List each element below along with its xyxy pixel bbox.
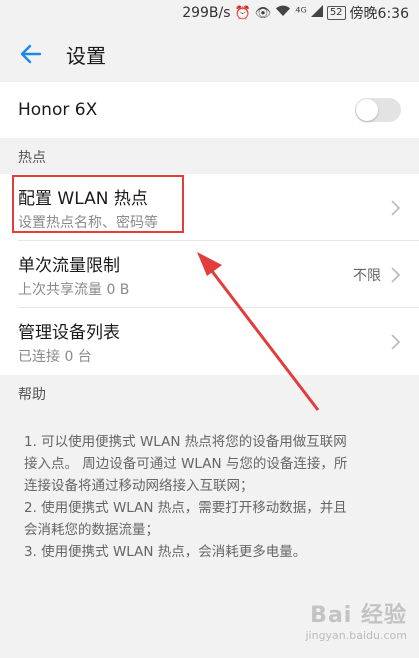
single-traffic-limit-item[interactable]: 单次流量限制 上次共享流量 0 B 不限 <box>0 241 419 308</box>
section-header-help: 帮助 <box>0 375 419 411</box>
help-line: 2. 使用便携式 WLAN 热点，需要打开移动数据，并且 <box>24 500 347 516</box>
manage-device-list-item[interactable]: 管理设备列表 已连接 0 台 <box>0 308 419 375</box>
item-title: 管理设备列表 <box>18 322 120 343</box>
item-text: 管理设备列表 已连接 0 台 <box>18 318 120 366</box>
network-speed: 299B/s <box>182 5 231 21</box>
item-right: 不限 <box>353 265 401 285</box>
device-name: Honor 6X <box>18 100 98 120</box>
item-right <box>389 199 401 217</box>
status-bar: 299B/s ⏰ 👁 ⁴ᴳ 52 傍晚6:36 <box>0 0 419 26</box>
cellular-signal-icon <box>310 5 323 21</box>
page-title: 设置 <box>66 43 106 68</box>
back-arrow-icon[interactable] <box>18 41 44 67</box>
item-title: 单次流量限制 <box>18 255 120 276</box>
item-text: 单次流量限制 上次共享流量 0 B <box>18 251 129 299</box>
signal-icon: ⁴ᴳ <box>295 5 307 21</box>
help-text: 1. 可以使用便携式 WLAN 热点将您的设备用做互联网 接入点。 周边设备可通… <box>0 411 419 583</box>
help-line: 连接设备将通过移动网络接入互联网； <box>24 478 254 494</box>
item-subtitle: 已连接 0 台 <box>18 348 92 365</box>
alarm-icon: ⏰ <box>234 5 251 21</box>
chevron-right-icon <box>391 266 401 283</box>
annotation-highlight-box <box>12 175 184 233</box>
chevron-right-icon <box>391 333 401 350</box>
toggle-knob <box>356 99 378 121</box>
wifi-icon <box>275 5 291 21</box>
baidu-jingyan-logo: Bai 经验 <box>310 603 407 628</box>
section-header-hotspot: 热点 <box>0 138 419 174</box>
watermark: Bai 经验 jingyan.baidu.com <box>305 597 407 642</box>
help-line: 1. 可以使用便携式 WLAN 热点将您的设备用做互联网 <box>24 434 347 450</box>
item-subtitle: 上次共享流量 0 B <box>18 281 130 298</box>
help-line: 接入点。 周边设备可通过 WLAN 与您的设备连接，所 <box>24 456 348 472</box>
help-line: 3. 使用便携式 WLAN 热点，会消耗更多电量。 <box>24 544 307 560</box>
eye-icon: 👁 <box>254 5 272 21</box>
battery-icon: 52 <box>326 6 346 20</box>
hotspot-toggle[interactable] <box>355 98 401 122</box>
item-value: 不限 <box>353 267 381 284</box>
item-right <box>389 333 401 351</box>
watermark-url: jingyan.baidu.com <box>305 629 407 642</box>
clock: 傍晚6:36 <box>349 6 409 22</box>
help-line: 会消耗您的数据流量； <box>24 522 159 538</box>
device-hotspot-row[interactable]: Honor 6X <box>0 82 419 138</box>
toolbar: 设置 <box>0 26 419 82</box>
chevron-right-icon <box>391 199 401 216</box>
